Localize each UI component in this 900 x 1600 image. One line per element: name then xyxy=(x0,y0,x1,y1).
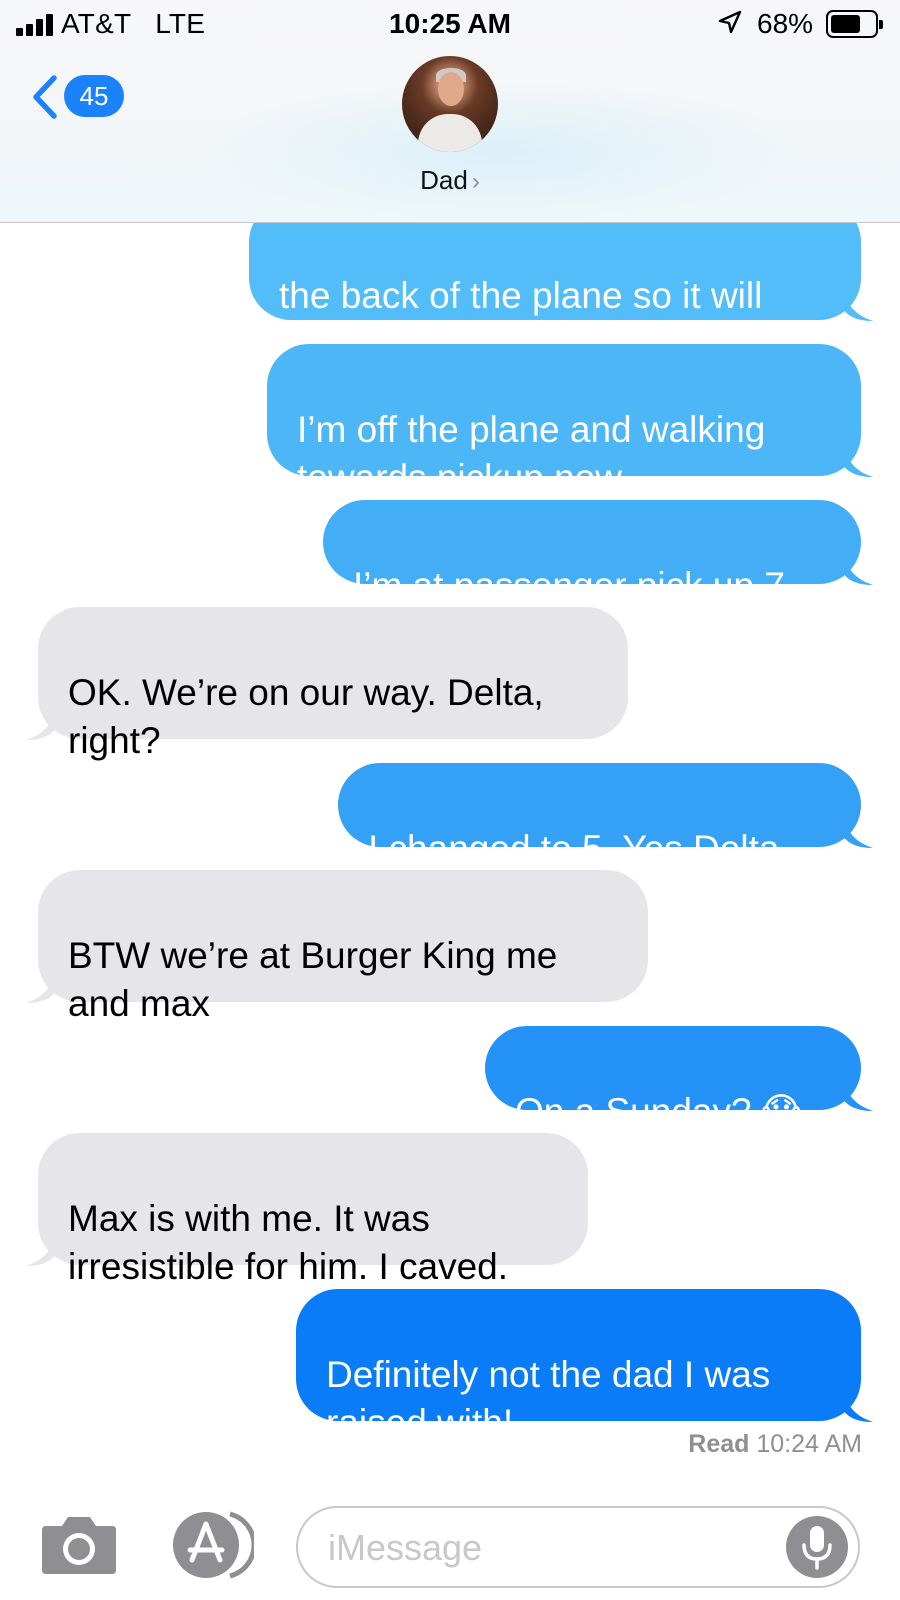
chevron-left-icon xyxy=(33,75,57,119)
read-time: 10:24 AM xyxy=(756,1430,862,1458)
read-label: Read xyxy=(688,1430,750,1458)
battery-level xyxy=(831,15,860,33)
message-list: the back of the plane so it will still b… xyxy=(0,0,900,1600)
message-text: Max is with me. It was irresistible for … xyxy=(68,1198,509,1287)
contact-name: Dad xyxy=(420,165,468,195)
outgoing-message[interactable]: On a Sunday? 😱 xyxy=(485,1026,873,1132)
outgoing-message[interactable]: I’m off the plane and walking towards pi… xyxy=(267,344,873,498)
read-receipt: Read 10:24 AM xyxy=(688,1430,862,1459)
contact-button[interactable]: Dad › xyxy=(350,56,550,196)
message-text: OK. We’re on our way. Delta, right? xyxy=(68,672,544,761)
chevron-right-icon: › xyxy=(471,168,480,195)
message-text: BTW we’re at Burger King me and max xyxy=(68,935,558,1024)
avatar xyxy=(402,56,498,152)
contact-name-label: Dad › xyxy=(350,165,550,196)
message-text: I’m off the plane and walking towards pi… xyxy=(297,409,766,498)
camera-icon[interactable] xyxy=(40,1514,118,1576)
microphone-icon xyxy=(802,1526,832,1570)
imessage-input-container xyxy=(296,1506,860,1588)
incoming-message[interactable]: BTW we’re at Burger King me and max xyxy=(26,870,648,1024)
outgoing-message[interactable]: I’m at passenger pick up 7 xyxy=(323,500,873,606)
status-bar: AT&T LTE 10:25 AM 68% xyxy=(0,0,900,50)
outgoing-message[interactable]: Definitely not the dad I was raised with… xyxy=(296,1289,873,1443)
outgoing-message[interactable]: I changed to 5. Yes Delta. xyxy=(338,763,873,869)
message-text: I’m at passenger pick up 7 xyxy=(353,565,785,606)
battery-icon xyxy=(826,10,883,38)
location-arrow-icon xyxy=(718,10,742,34)
message-text: On a Sunday? 😱 xyxy=(515,1091,801,1132)
back-button[interactable]: 45 xyxy=(28,72,128,122)
incoming-message[interactable]: OK. We’re on our way. Delta, right? xyxy=(26,607,628,761)
unread-count-badge: 45 xyxy=(64,75,124,117)
microphone-button[interactable] xyxy=(786,1516,848,1578)
incoming-message[interactable]: Max is with me. It was irresistible for … xyxy=(26,1133,588,1287)
battery-percentage: 68% xyxy=(757,8,814,39)
conversation-header: AT&T LTE 10:25 AM 68% 45 Dad › xyxy=(0,0,900,223)
message-text: I changed to 5. Yes Delta. xyxy=(368,828,790,869)
message-input[interactable] xyxy=(328,1522,768,1574)
app-store-icon[interactable] xyxy=(168,1510,254,1580)
